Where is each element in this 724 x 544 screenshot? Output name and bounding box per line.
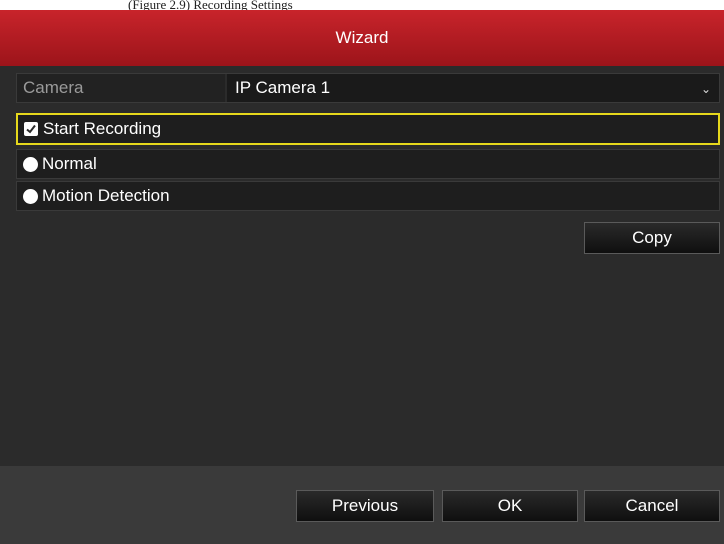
start-recording-option[interactable]: Start Recording [16, 113, 720, 145]
dialog-footer: Previous OK Cancel [0, 466, 724, 544]
camera-row: Camera IP Camera 1 ⌄ [16, 73, 720, 103]
start-recording-label: Start Recording [43, 119, 162, 138]
normal-option[interactable]: Normal [16, 149, 720, 179]
cancel-button[interactable]: Cancel [584, 490, 720, 522]
wizard-dialog: Wizard Camera IP Camera 1 ⌄ Start Record… [0, 10, 724, 544]
checkbox-checked-icon[interactable] [24, 122, 38, 136]
chevron-down-icon: ⌄ [700, 82, 711, 96]
normal-label: Normal [42, 154, 97, 173]
camera-select-value: IP Camera 1 [235, 78, 331, 97]
ok-button[interactable]: OK [442, 490, 578, 522]
motion-detection-label: Motion Detection [42, 186, 170, 205]
previous-button[interactable]: Previous [296, 490, 434, 522]
motion-detection-option[interactable]: Motion Detection [16, 181, 720, 211]
radio-icon[interactable] [23, 188, 38, 204]
copy-button[interactable]: Copy [584, 222, 720, 254]
page-caption: (Figure 2.9) Recording Settings [0, 0, 724, 10]
dialog-title: Wizard [0, 10, 724, 66]
camera-label: Camera [17, 74, 227, 102]
camera-select[interactable]: IP Camera 1 ⌄ [227, 74, 719, 102]
radio-icon[interactable] [23, 156, 38, 172]
